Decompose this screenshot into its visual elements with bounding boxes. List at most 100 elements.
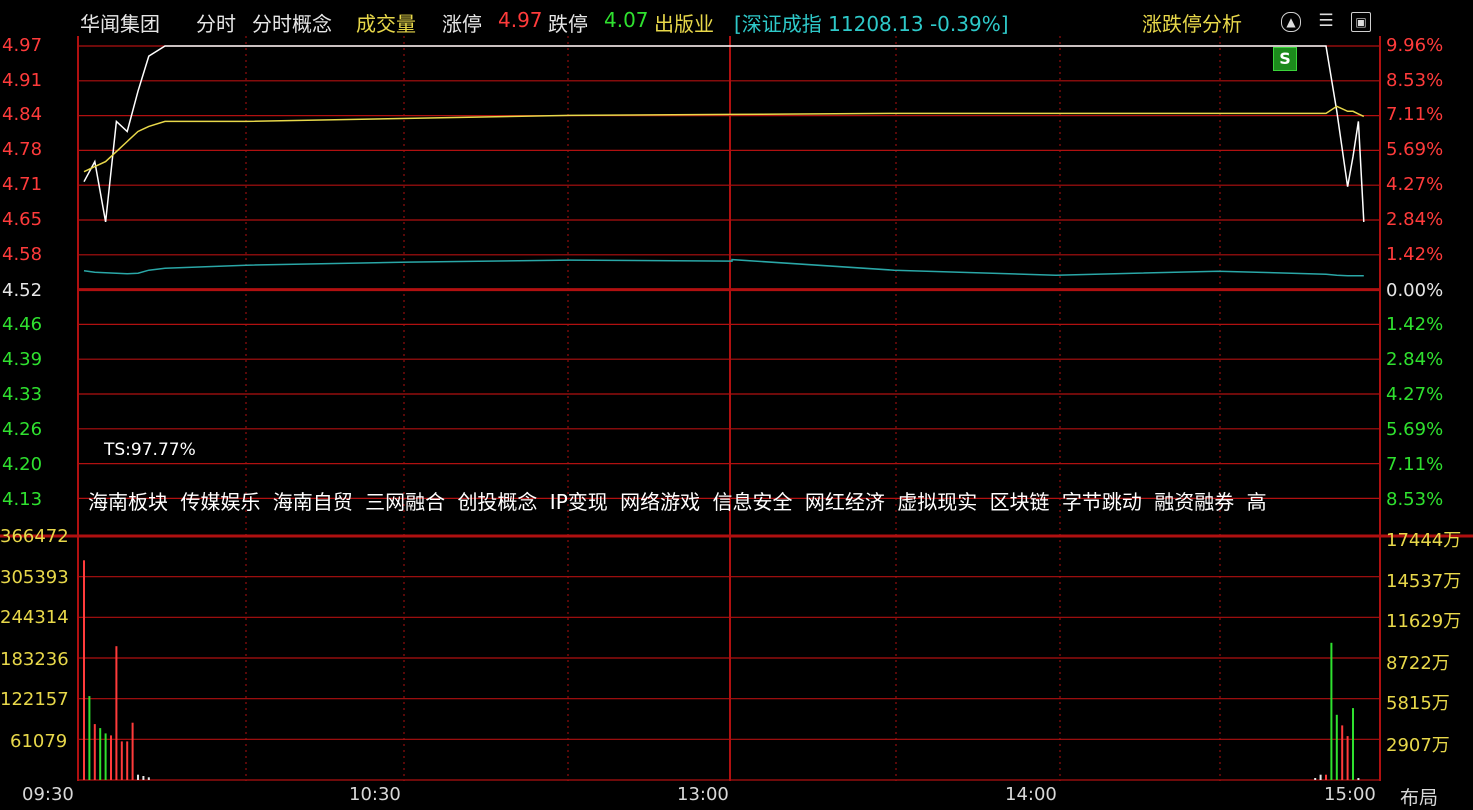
time-tick: 10:30 (349, 784, 401, 805)
volume-bar (1357, 778, 1360, 780)
tab-minute-concepts[interactable]: 分时概念 (252, 8, 332, 37)
price-tick: 4.78 (2, 139, 43, 160)
percent-tick: 1.42% (1386, 244, 1444, 265)
volume-bar (83, 560, 85, 780)
limit-up-label: 涨停 (442, 12, 482, 36)
concept-tag[interactable]: 海南板块 (88, 490, 168, 514)
volume-bar (137, 774, 139, 780)
volume-tick: 61079 (10, 731, 68, 752)
intraday-chart[interactable] (0, 0, 1473, 801)
concept-tag[interactable]: 创投概念 (457, 490, 537, 514)
time-tick: 14:00 (1005, 784, 1057, 805)
concept-strip: 海南板块 传媒娱乐 海南自贸 三网融合 创投概念 IP变现 网络游戏 信息安全 … (88, 486, 1380, 515)
price-tick: 4.65 (2, 209, 43, 230)
concept-tag[interactable]: 信息安全 (712, 490, 792, 514)
volume-bar (1346, 736, 1349, 780)
window-icon[interactable]: ▣ (1351, 12, 1371, 32)
tab-volume[interactable]: 成交量 (356, 8, 416, 37)
sector-name[interactable]: 出版业 (654, 8, 714, 37)
volume-bar (126, 741, 129, 780)
time-tick: 15:00 (1324, 784, 1376, 805)
amount-tick: 5815万 (1386, 693, 1450, 714)
volume-bar (115, 646, 118, 780)
price-tick: 4.58 (2, 244, 43, 265)
ts-ratio: TS:97.77% (104, 440, 196, 460)
volume-bar (88, 696, 91, 780)
amount-tick: 8722万 (1386, 653, 1450, 674)
index-info: [深证成指 11208.13 -0.39%] (734, 12, 1009, 36)
percent-tick: 2.84% (1386, 209, 1444, 230)
percent-tick: 5.69% (1386, 139, 1444, 160)
limit-down-value: 4.07 (604, 8, 649, 32)
chart-header: 华闻集团 分时 分时概念 成交量 涨停 4.97 跌停 4.07 出版业 [深证… (0, 0, 1473, 36)
limit-up-value: 4.97 (498, 8, 543, 32)
concept-tag[interactable]: 传媒娱乐 (180, 490, 260, 514)
menu-icon[interactable]: ☰ (1317, 12, 1335, 30)
price-tick: 4.46 (2, 314, 43, 335)
volume-bar (93, 724, 96, 780)
concept-tag[interactable]: IP变现 (550, 490, 608, 514)
volume-bar (1335, 714, 1338, 780)
concept-tag[interactable]: 网络游戏 (620, 490, 700, 514)
volume-bar (99, 728, 102, 780)
percent-tick: 8.53% (1386, 489, 1444, 510)
volume-bar (1341, 725, 1344, 780)
percent-tick: 2.84% (1386, 349, 1444, 370)
volume-tick: 244314 (0, 607, 69, 628)
time-tick: 09:30 (22, 784, 74, 805)
price-tick: 4.84 (2, 104, 43, 125)
concept-tag[interactable]: 网红经济 (805, 490, 885, 514)
series-line-2 (83, 258, 1364, 277)
concept-tag[interactable]: 海南自贸 (273, 490, 353, 514)
limit-down-label: 跌停 (548, 12, 588, 36)
time-tick: 13:00 (677, 784, 729, 805)
stock-name[interactable]: 华闻集团 (80, 8, 160, 37)
volume-tick: 366472 (0, 526, 69, 547)
concept-tag[interactable]: 字节跳动 (1062, 490, 1142, 514)
price-tick: 4.13 (2, 489, 43, 510)
volume-bar (147, 777, 150, 780)
price-tick: 4.39 (2, 349, 43, 370)
signal-badge[interactable]: S (1273, 47, 1297, 71)
percent-tick: 1.42% (1386, 314, 1444, 335)
volume-tick: 183236 (0, 649, 69, 670)
percent-tick: 4.27% (1386, 384, 1444, 405)
amount-tick: 17444万 (1386, 530, 1462, 551)
percent-tick: 4.27% (1386, 174, 1444, 195)
percent-tick: 7.11% (1386, 104, 1444, 125)
percent-tick: 0.00% (1386, 280, 1444, 301)
volume-tick: 122157 (0, 689, 69, 710)
volume-tick: 305393 (0, 567, 69, 588)
volume-bars (83, 560, 1360, 780)
price-tick: 4.91 (2, 70, 43, 91)
amount-tick: 14537万 (1386, 571, 1462, 592)
price-tick: 4.97 (2, 35, 43, 56)
concept-tag[interactable]: 区块链 (990, 490, 1050, 514)
volume-bar (1352, 708, 1354, 780)
percent-tick: 7.11% (1386, 454, 1444, 475)
analysis-button[interactable]: 涨跌停分析 (1142, 8, 1242, 37)
volume-bar (1319, 774, 1322, 780)
concept-tag[interactable]: 三网融合 (365, 490, 445, 514)
volume-bar (1314, 778, 1317, 780)
percent-tick: 9.96% (1386, 35, 1444, 56)
layout-button[interactable]: 布局 (1400, 783, 1438, 810)
concept-tag[interactable]: 高 (1247, 490, 1267, 514)
tab-minute[interactable]: 分时 (196, 8, 236, 37)
volume-bar (131, 722, 134, 780)
price-tick: 4.33 (2, 384, 43, 405)
concept-tag[interactable]: 融资融券 (1154, 490, 1234, 514)
chart-grid (0, 36, 1473, 781)
price-tick: 4.71 (2, 174, 43, 195)
percent-tick: 8.53% (1386, 70, 1444, 91)
volume-bar (110, 735, 112, 780)
price-tick: 4.26 (2, 419, 43, 440)
volume-bar (104, 733, 107, 780)
up-arrow-circle-icon[interactable]: ▲ (1281, 12, 1301, 32)
volume-bar (142, 776, 145, 780)
concept-tag[interactable]: 虚拟现实 (897, 490, 977, 514)
volume-bar (1325, 774, 1327, 780)
volume-bar (1330, 642, 1333, 780)
amount-tick: 11629万 (1386, 611, 1462, 632)
price-tick: 4.20 (2, 454, 43, 475)
